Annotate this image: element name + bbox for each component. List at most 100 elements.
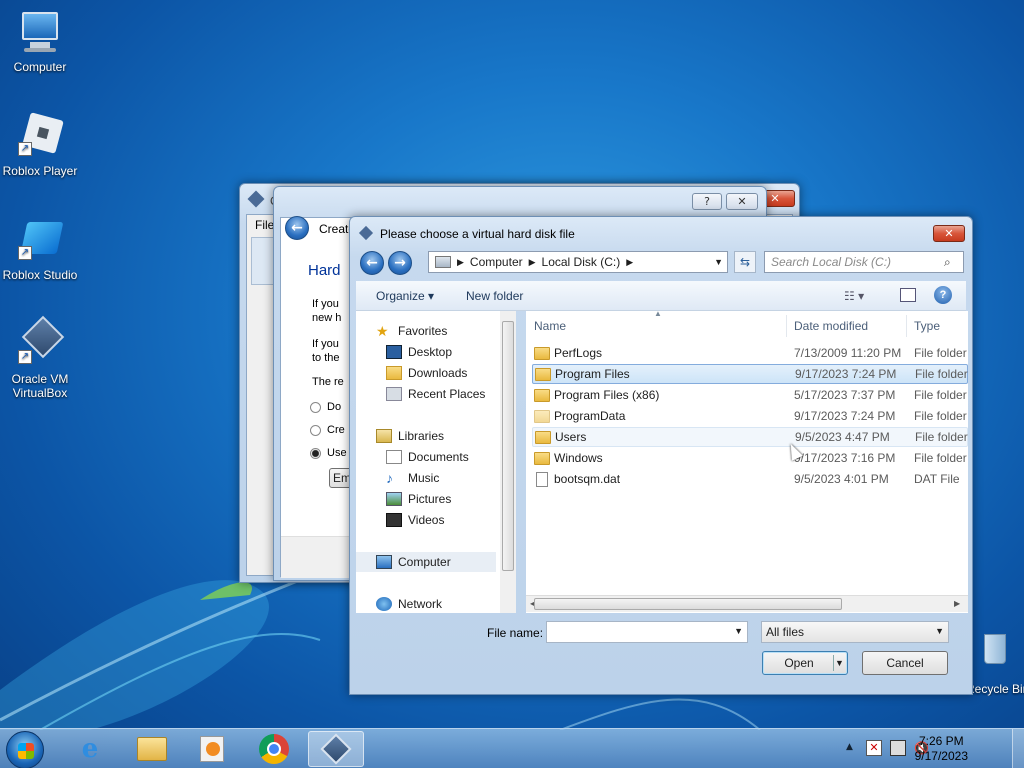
chevron-down-icon[interactable]: ▼ [833,655,845,671]
folder-icon [534,451,550,465]
new-folder-button[interactable]: New folder [466,289,523,303]
open-button[interactable]: Open ▼ [762,651,848,675]
taskbar-chrome[interactable] [246,731,302,767]
menu-file[interactable]: File [255,218,274,232]
videos-icon [386,513,402,527]
file-row[interactable]: Windows 9/17/2023 7:16 PM File folder [532,448,968,468]
file-row[interactable]: bootsqm.dat 9/5/2023 4:01 PM DAT File [532,469,968,489]
nav-pictures[interactable]: Pictures [386,489,515,509]
command-toolbar: Organize ▾ New folder ☷ ▾ ? [356,281,966,311]
pictures-icon [386,492,402,506]
column-name[interactable]: Name [534,319,566,333]
help-icon: ? [704,195,710,208]
computer-icon [376,555,392,569]
show-desktop-button[interactable] [1012,729,1024,768]
nav-network[interactable]: Network [376,594,515,613]
file-chooser-dialog[interactable]: Please choose a virtual hard disk file ✕… [349,216,973,695]
radio-use-label: Use [327,447,347,459]
virtualbox-icon [320,733,352,765]
desktop-icon-computer[interactable]: Computer [0,8,80,74]
wizard-heading: Hard [308,262,341,279]
chevron-down-icon[interactable]: ▼ [734,626,743,636]
horizontal-scrollbar[interactable]: ◀ ▶ [526,595,968,612]
computer-icon [16,8,64,56]
help-button[interactable]: ? [692,193,722,210]
close-button[interactable]: ✕ [726,193,758,210]
desktop-icon-label: Computer [13,60,67,74]
file-row[interactable]: ProgramData 9/17/2023 7:24 PM File folder [532,406,968,426]
taskbar-virtualbox[interactable] [308,731,364,767]
radio-do-label: Do [327,401,342,413]
back-button[interactable]: ← [360,251,384,275]
back-arrow-icon[interactable]: ← [285,216,309,240]
desktop-icon-roblox-player[interactable]: ↗ Roblox Player [0,112,80,178]
start-button[interactable] [6,731,44,768]
dialog-title: Please choose a virtual hard disk file [380,227,575,241]
desktop-icon-roblox-studio[interactable]: ↗ Roblox Studio [0,216,80,282]
recent-places-icon [386,387,402,401]
breadcrumb-local-disk[interactable]: Local Disk (C:) [542,255,621,269]
taskbar-internet-explorer[interactable]: e [62,731,118,767]
radio-do[interactable] [310,402,321,413]
file-name-input[interactable]: ▼ [546,621,748,643]
desktop-icon-label: Oracle VM VirtualBox [11,372,69,400]
column-type[interactable]: Type [914,319,940,333]
view-options-icon[interactable]: ☷ ▾ [844,289,864,303]
scrollbar-thumb[interactable] [502,321,514,571]
show-hidden-icons-icon[interactable]: ▲ [846,742,853,752]
nav-favorites[interactable]: ★ Favorites [376,321,515,341]
radio-create[interactable] [310,425,321,436]
organize-button[interactable]: Organize ▾ [376,289,434,303]
star-icon: ★ [376,323,389,339]
action-center-icon[interactable]: ✕ [866,740,882,756]
desktop-icon-label: Roblox Player [2,164,78,178]
nav-scrollbar[interactable] [500,311,516,613]
chevron-down-icon[interactable]: ▼ [935,626,944,636]
navigation-pane: ★ Favorites Desktop Downloads Recent Plac… [356,311,516,613]
nav-computer[interactable]: Computer [356,552,496,572]
clock-date: 9/17/2023 [914,749,968,763]
paragraph-2-line-1: If you [312,338,339,350]
close-icon: ✕ [944,227,954,240]
nav-recent-places[interactable]: Recent Places [386,384,515,404]
close-icon: ✕ [770,192,780,205]
file-row[interactable]: PerfLogs 7/13/2009 11:20 PM File folder [532,343,968,363]
help-icon[interactable]: ? [934,286,952,304]
nav-desktop[interactable]: Desktop [386,342,515,362]
nav-documents[interactable]: Documents [386,447,515,467]
cancel-button[interactable]: Cancel [862,651,948,675]
radio-create-label: Cre [327,424,345,436]
breadcrumb-separator: ▶ [528,256,536,267]
address-bar[interactable]: ▶ Computer ▶ Local Disk (C:) ▶ ▼ [428,251,728,273]
folder-icon [137,737,167,761]
folder-icon [534,409,550,423]
desktop-icon-virtualbox[interactable]: ↗ Oracle VM VirtualBox [0,315,80,400]
breadcrumb-computer[interactable]: Computer [470,255,523,269]
network-icon[interactable] [890,740,906,756]
radio-use[interactable] [310,448,321,459]
forward-button[interactable]: → [388,251,412,275]
column-date-modified[interactable]: Date modified [794,319,868,333]
refresh-button[interactable]: ⇆ [734,251,756,273]
nav-libraries[interactable]: Libraries [376,426,515,446]
taskbar-media-player[interactable] [184,731,240,767]
music-icon: ♪ [386,470,393,486]
drive-icon [435,256,451,268]
file-type-filter[interactable]: All files ▼ [761,621,949,643]
scroll-right-icon[interactable]: ▶ [954,599,960,608]
preview-pane-icon[interactable] [900,288,916,302]
nav-music[interactable]: ♪ Music [386,468,515,488]
taskbar-file-explorer[interactable] [124,731,180,767]
nav-videos[interactable]: Videos [386,510,515,530]
address-dropdown-icon[interactable]: ▼ [714,257,723,267]
file-row[interactable]: Program Files (x86) 5/17/2023 7:37 PM File… [532,385,968,405]
downloads-icon [386,366,402,380]
close-button[interactable]: ✕ [933,225,965,242]
file-row[interactable]: Program Files 9/17/2023 7:24 PM File folde… [532,364,968,384]
search-input[interactable]: Search Local Disk (C:) [764,251,964,273]
system-clock[interactable]: 7:26 PM 9/17/2023 [915,734,968,764]
nav-downloads[interactable]: Downloads [386,363,515,383]
windows-logo-icon [18,743,34,759]
file-row[interactable]: Users 9/5/2023 4:47 PM File folder [532,427,968,447]
scrollbar-thumb[interactable] [534,598,842,610]
